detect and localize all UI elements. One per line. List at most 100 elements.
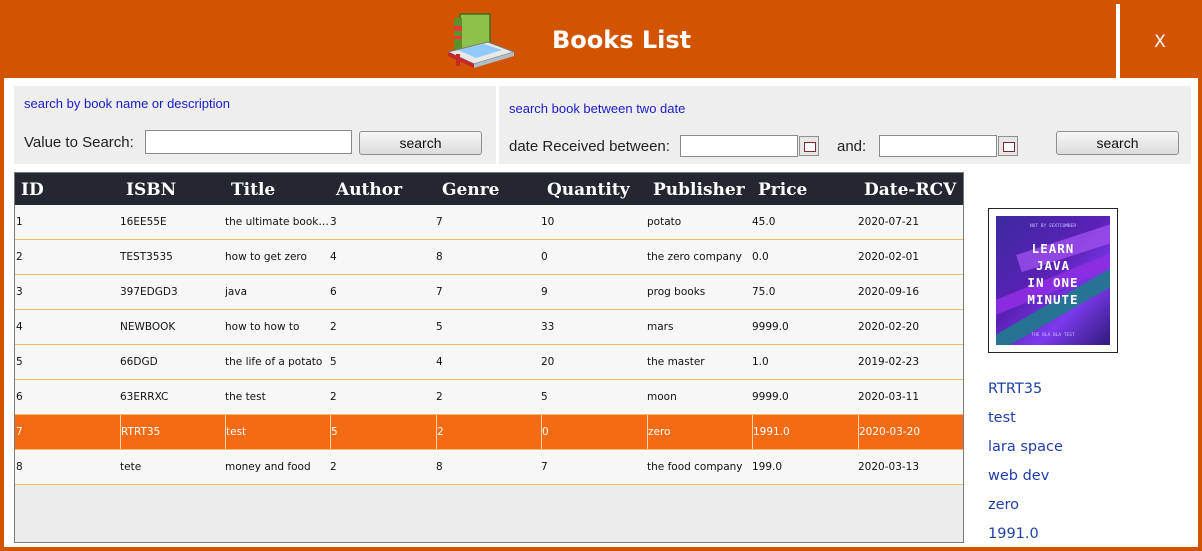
detail-price: 1991.0 xyxy=(988,526,1039,542)
cell-isbn: 397EDGD3 xyxy=(120,286,178,298)
cell-publisher: the food company xyxy=(647,461,743,473)
column-header-publisher[interactable]: Publisher xyxy=(653,173,745,205)
detail-author: lara space xyxy=(988,439,1063,455)
cell-id: 6 xyxy=(16,391,23,403)
cell-publisher: the zero company xyxy=(647,251,742,263)
book-cover-image: NOT BY SEXTCOMBER LEARN JAVA IN ONE MINU… xyxy=(988,208,1118,353)
detail-isbn: RTRT35 xyxy=(988,381,1043,397)
table-row[interactable]: 4 NEWBOOK how to how to 2 5 33 mars 9999… xyxy=(15,310,963,345)
cell-title: java xyxy=(225,286,247,298)
cell-quantity: 20 xyxy=(541,356,555,368)
search-by-date-button[interactable]: search xyxy=(1056,131,1179,155)
table-row[interactable]: 5 66DGD the life of a potato 5 4 20 the … xyxy=(15,345,963,380)
cell-price: 45.0 xyxy=(752,216,776,228)
date-to-input[interactable] xyxy=(879,135,997,157)
cell-genre: 7 xyxy=(436,286,443,298)
table-row[interactable]: 6 63ERRXC the test 2 2 5 moon 9999.0 202… xyxy=(15,380,963,415)
cell-author: 2 xyxy=(330,391,337,403)
cell-date-rcv: 2020-09-16 xyxy=(858,286,920,298)
cell-price: 9999.0 xyxy=(752,391,789,403)
cell-date-rcv: 2019-02-23 xyxy=(858,356,920,368)
cell-publisher: mars xyxy=(647,321,674,333)
table-row[interactable]: 2 TEST3535 how to get zero 4 8 0 the zer… xyxy=(15,240,963,275)
cell-genre: 7 xyxy=(436,216,443,228)
table-row[interactable]: 3 397EDGD3 java 6 7 9 prog books 75.0 20… xyxy=(15,275,963,310)
detail-genre: web dev xyxy=(988,468,1050,484)
cell-isbn: 63ERRXC xyxy=(120,391,169,403)
date-received-label: date Received between: xyxy=(509,138,670,155)
column-header-author[interactable]: Author xyxy=(336,173,402,205)
cell-title: the ultimate book ... xyxy=(225,216,330,228)
cell-author: 5 xyxy=(330,356,337,368)
cell-title: how to get zero xyxy=(225,251,307,263)
cell-date-rcv: 2020-07-21 xyxy=(858,216,920,228)
column-header-quantity[interactable]: Quantity xyxy=(547,173,630,205)
cell-date-rcv: 2020-02-01 xyxy=(858,251,920,263)
cell-genre: 5 xyxy=(436,321,443,333)
column-header-date-rcv[interactable]: Date-RCV xyxy=(864,173,956,205)
cell-title: the life of a potato xyxy=(225,356,323,368)
table-row[interactable]: 1 16EE55E the ultimate book ... 3 7 10 p… xyxy=(15,205,963,240)
cell-author: 4 xyxy=(330,251,337,263)
cell-genre: 2 xyxy=(436,415,541,449)
title-bar: Books List X xyxy=(0,0,1202,78)
cell-id: 3 xyxy=(16,286,23,298)
cell-author: 6 xyxy=(330,286,337,298)
cell-publisher: the master xyxy=(647,356,705,368)
detail-title: test xyxy=(988,410,1016,426)
search-by-date-title: search book between two date xyxy=(509,101,686,116)
value-to-search-label: Value to Search: xyxy=(24,134,134,151)
title-separator xyxy=(1116,4,1120,78)
cell-isbn: TEST3535 xyxy=(120,251,173,263)
column-header-id[interactable]: ID xyxy=(21,173,44,205)
column-header-price[interactable]: Price xyxy=(758,173,807,205)
table-row[interactable]: 8 tete money and food 2 8 7 the food com… xyxy=(15,450,963,485)
calendar-icon[interactable] xyxy=(799,136,819,156)
date-from-input[interactable] xyxy=(680,135,798,157)
cell-id: 2 xyxy=(16,251,23,263)
cell-publisher: potato xyxy=(647,216,682,228)
close-button[interactable]: X xyxy=(1140,30,1180,54)
cell-title: test xyxy=(225,415,330,449)
cell-author: 5 xyxy=(330,415,436,449)
main-content: search by book name or description Value… xyxy=(4,78,1198,547)
cell-date-rcv: 2020-03-13 xyxy=(858,461,920,473)
table-row-selected[interactable]: 7 RTRT35 test 5 2 0 zero 1991.0 2020-03-… xyxy=(15,415,963,450)
cell-publisher: prog books xyxy=(647,286,706,298)
search-by-name-button[interactable]: search xyxy=(359,131,482,155)
cell-quantity: 33 xyxy=(541,321,555,333)
cell-isbn: NEWBOOK xyxy=(120,321,176,333)
cell-id: 1 xyxy=(16,216,23,228)
cell-price: 75.0 xyxy=(752,286,776,298)
search-by-date-panel: search book between two date date Receiv… xyxy=(499,86,1191,164)
cell-genre: 8 xyxy=(436,461,443,473)
table-header: ID ISBN Title Author Genre Quantity Publ… xyxy=(15,173,963,205)
cell-genre: 8 xyxy=(436,251,443,263)
cell-id: 5 xyxy=(16,356,23,368)
cell-genre: 2 xyxy=(436,391,443,403)
cover-top-text: NOT BY SEXTCOMBER xyxy=(1029,224,1077,229)
books-table[interactable]: ID ISBN Title Author Genre Quantity Publ… xyxy=(14,172,964,543)
value-to-search-input[interactable] xyxy=(145,130,352,154)
column-header-isbn[interactable]: ISBN xyxy=(126,173,176,205)
cell-quantity: 7 xyxy=(541,461,548,473)
cell-price: 9999.0 xyxy=(752,321,789,333)
search-by-name-title: search by book name or description xyxy=(24,96,230,111)
cell-author: 3 xyxy=(330,216,337,228)
cell-id: 4 xyxy=(16,321,23,333)
cell-price: 1991.0 xyxy=(752,415,858,449)
cell-price: 199.0 xyxy=(752,461,783,473)
cover-title-text: LEARN JAVA IN ONE MINUTE xyxy=(1027,241,1079,307)
cell-date-rcv: 2020-03-20 xyxy=(858,415,962,449)
cell-isbn: tete xyxy=(120,461,142,473)
column-header-genre[interactable]: Genre xyxy=(442,173,499,205)
cell-publisher: moon xyxy=(647,391,677,403)
calendar-icon[interactable] xyxy=(998,136,1018,156)
cell-isbn: 66DGD xyxy=(120,356,158,368)
column-header-title[interactable]: Title xyxy=(231,173,275,205)
detail-publisher: zero xyxy=(988,497,1020,513)
cover-bottom-text: THE BLA BLA TEST xyxy=(1031,333,1075,338)
cover-art: NOT BY SEXTCOMBER LEARN JAVA IN ONE MINU… xyxy=(996,216,1110,345)
books-icon xyxy=(446,13,516,68)
cell-genre: 4 xyxy=(436,356,443,368)
